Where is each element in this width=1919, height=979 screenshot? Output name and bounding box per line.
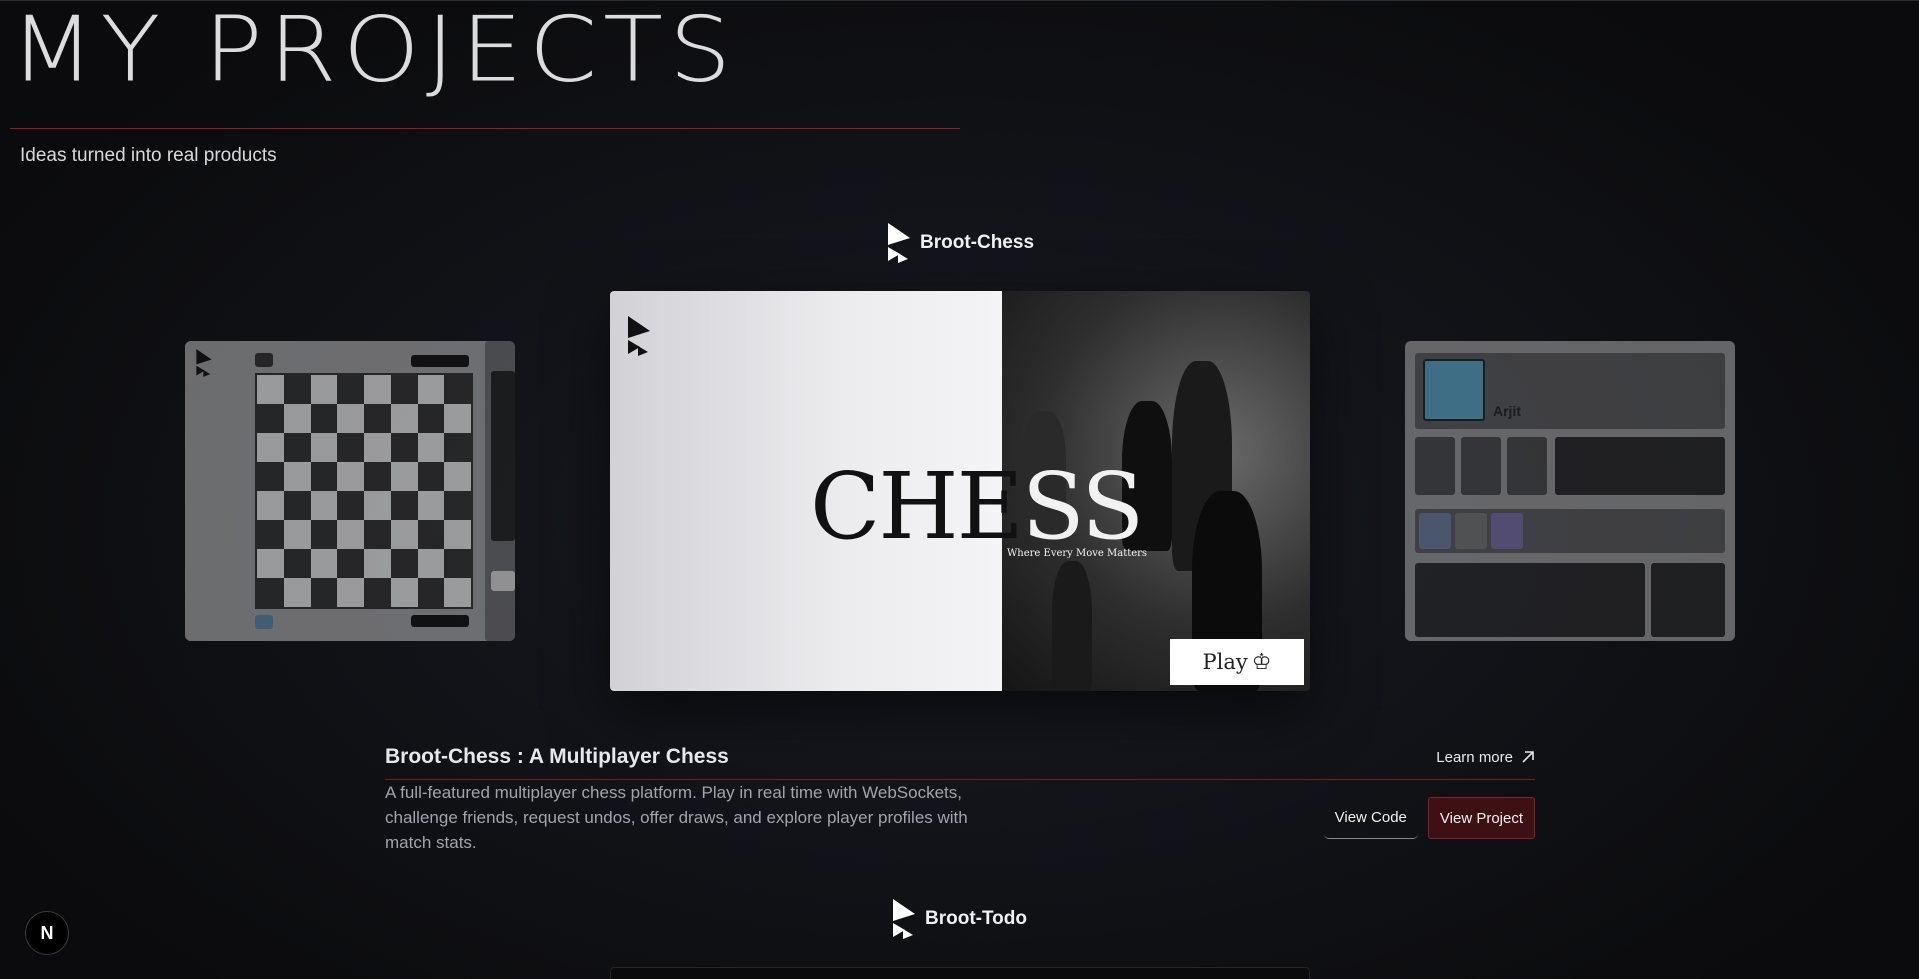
board-square xyxy=(283,375,311,404)
project-title-row: Broot-Chess : A Multiplayer Chess Learn … xyxy=(385,745,1535,769)
project-heading: Broot-Chess xyxy=(886,223,1034,263)
board-square xyxy=(417,433,445,462)
board-square xyxy=(390,520,418,549)
arrow-up-right-icon xyxy=(1522,751,1534,763)
page-subtitle: Ideas turned into real products xyxy=(20,145,277,166)
project-name: Broot-Chess xyxy=(920,232,1035,253)
board-square xyxy=(337,375,364,404)
preview-card-right[interactable]: Arjit xyxy=(1405,341,1735,641)
board-square xyxy=(417,404,445,433)
board-square xyxy=(257,375,284,404)
next-project-name: Broot-Todo xyxy=(925,908,1027,929)
board-square xyxy=(417,491,445,520)
board-square xyxy=(444,578,471,607)
player-name: Arjit xyxy=(1493,403,1521,419)
board-square xyxy=(283,491,311,520)
view-project-button[interactable]: View Project xyxy=(1427,797,1535,839)
project-description: A full-featured multiplayer chess platfo… xyxy=(385,783,968,852)
hero-word: CHESS xyxy=(810,453,1144,560)
board-square xyxy=(337,491,364,520)
board-square xyxy=(364,433,391,462)
project-actions: View Code View Project xyxy=(1323,797,1535,839)
board-square xyxy=(390,549,418,578)
board-square xyxy=(257,578,284,607)
board-square xyxy=(310,433,338,462)
board-square xyxy=(310,491,338,520)
board-square xyxy=(390,433,418,462)
board-square xyxy=(310,578,338,607)
board-square xyxy=(417,462,445,491)
board-square xyxy=(390,404,418,433)
board-square xyxy=(390,375,418,404)
next-project-heading: Broot-Todo xyxy=(891,899,1027,939)
board-square xyxy=(390,491,418,520)
nextjs-badge[interactable]: N xyxy=(25,911,69,955)
board-square xyxy=(337,578,364,607)
board-square xyxy=(444,404,471,433)
board-square xyxy=(417,578,445,607)
board-square xyxy=(364,578,391,607)
board-square xyxy=(337,462,364,491)
project-title: Broot-Chess : A Multiplayer Chess xyxy=(385,745,729,768)
view-code-button[interactable]: View Code xyxy=(1323,797,1418,839)
board-square xyxy=(364,549,391,578)
board-square xyxy=(417,520,445,549)
board-square xyxy=(417,549,445,578)
broot-logo-icon xyxy=(626,311,652,361)
board-square xyxy=(283,433,311,462)
board-square xyxy=(364,375,391,404)
board-square xyxy=(444,491,471,520)
board-square xyxy=(444,520,471,549)
board-square xyxy=(283,578,311,607)
board-square xyxy=(257,491,284,520)
board-square xyxy=(283,520,311,549)
board-square xyxy=(364,491,391,520)
board-square xyxy=(310,404,338,433)
broot-logo-icon xyxy=(195,349,213,377)
board-square xyxy=(337,549,364,578)
learn-more-link[interactable]: Learn more xyxy=(1436,749,1535,766)
chess-board xyxy=(255,373,473,609)
board-square xyxy=(257,520,284,549)
page-title: MY PROJECTS xyxy=(10,0,738,103)
chess-king-icon: ♔ xyxy=(1251,649,1272,675)
board-square xyxy=(390,462,418,491)
board-square xyxy=(310,520,338,549)
play-button[interactable]: Play ♔ xyxy=(1170,639,1304,685)
board-square xyxy=(310,462,338,491)
board-square xyxy=(364,462,391,491)
project-hero-card[interactable]: CHESS Where Every Move Matters Play ♔ xyxy=(610,291,1310,691)
board-square xyxy=(283,462,311,491)
board-square xyxy=(257,404,284,433)
board-square xyxy=(444,462,471,491)
board-square xyxy=(257,433,284,462)
preview-card-left[interactable] xyxy=(185,341,515,641)
board-square xyxy=(337,520,364,549)
board-square xyxy=(364,520,391,549)
hero-tagline: Where Every Move Matters xyxy=(1007,548,1148,559)
broot-logo-icon xyxy=(886,223,912,263)
board-square xyxy=(310,549,338,578)
board-square xyxy=(257,549,284,578)
next-project-card[interactable] xyxy=(610,967,1310,979)
board-square xyxy=(337,433,364,462)
broot-logo-icon xyxy=(891,899,917,939)
board-square xyxy=(257,462,284,491)
board-square xyxy=(390,578,418,607)
board-square xyxy=(310,375,338,404)
board-square xyxy=(417,375,445,404)
board-square xyxy=(444,549,471,578)
title-divider xyxy=(10,128,960,129)
board-square xyxy=(444,375,471,404)
board-square xyxy=(444,433,471,462)
board-square xyxy=(283,404,311,433)
board-square xyxy=(337,404,364,433)
board-square xyxy=(283,549,311,578)
board-square xyxy=(364,404,391,433)
